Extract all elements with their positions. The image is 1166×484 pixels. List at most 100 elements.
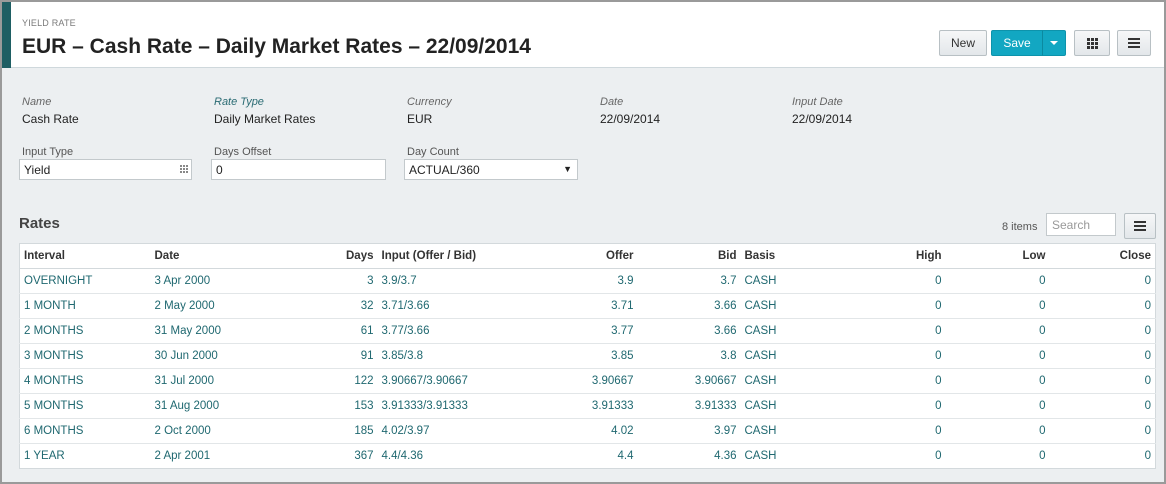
cell-basis: CASH [740, 368, 841, 394]
cell-high: 0 [840, 393, 946, 419]
column-header-offer[interactable]: Offer [539, 243, 638, 269]
cell-input: 3.90667/3.90667 [377, 368, 540, 394]
rate-type-label[interactable]: Rate Type [214, 96, 264, 108]
cell-low: 0 [945, 318, 1050, 344]
column-header-high[interactable]: High [840, 243, 946, 269]
cell-days: 153 [281, 393, 378, 419]
cell-bid: 3.66 [637, 318, 741, 344]
table-row[interactable]: 1 MONTH 2 May 2000 32 3.71/3.66 3.71 3.6… [19, 293, 1156, 319]
table-row[interactable]: 1 YEAR 2 Apr 2001 367 4.4/4.36 4.4 4.36 … [20, 444, 1156, 469]
table-row[interactable]: 3 MONTHS 30 Jun 2000 91 3.85/3.8 3.85 3.… [19, 343, 1156, 369]
input-date-value: 22/09/2014 [792, 112, 853, 126]
page-title: EUR – Cash Rate – Daily Market Rates – 2… [22, 35, 531, 58]
cell-interval[interactable]: 1 MONTH [19, 293, 151, 319]
cell-basis: CASH [740, 268, 841, 294]
days-offset-value: 0 [216, 163, 223, 177]
save-button[interactable]: Save [991, 30, 1043, 56]
day-count-select[interactable]: ACTUAL/360 ▼ [404, 159, 578, 180]
table-header-row: Interval Date Days Input (Offer / Bid) O… [19, 243, 1156, 269]
new-button[interactable]: New [939, 30, 987, 56]
cell-offer: 4.02 [539, 418, 638, 444]
table-menu-button[interactable] [1124, 213, 1156, 239]
cell-input: 4.02/3.97 [377, 418, 540, 444]
cell-close: 0 [1049, 268, 1156, 294]
cell-high: 0 [840, 418, 946, 444]
cell-input: 3.85/3.8 [377, 343, 540, 369]
cell-date: 31 Aug 2000 [150, 393, 282, 419]
cell-interval[interactable]: 1 YEAR [20, 444, 151, 469]
cell-days: 61 [281, 318, 378, 344]
input-type-label: Input Type [22, 146, 74, 158]
table-row[interactable]: 6 MONTHS 2 Oct 2000 185 4.02/3.97 4.02 3… [19, 418, 1156, 444]
table-row[interactable]: 2 MONTHS 31 May 2000 61 3.77/3.66 3.77 3… [19, 318, 1156, 344]
cell-input: 4.4/4.36 [381, 450, 424, 462]
column-header-input[interactable]: Input (Offer / Bid) [377, 243, 540, 269]
input-date-label: Input Date [792, 96, 843, 108]
column-header-basis[interactable]: Basis [740, 243, 841, 269]
cell-bid: 4.36 [714, 450, 737, 462]
days-offset-field[interactable]: 0 [211, 159, 386, 180]
cell-interval[interactable]: 4 MONTHS [19, 368, 151, 394]
column-header-close[interactable]: Close [1049, 243, 1156, 269]
name-label: Name [22, 96, 52, 108]
day-count-label: Day Count [407, 146, 459, 158]
cell-interval[interactable]: 5 MONTHS [19, 393, 151, 419]
cell-interval[interactable]: 6 MONTHS [19, 418, 151, 444]
grid-view-button[interactable] [1074, 30, 1110, 56]
table-row[interactable]: 5 MONTHS 31 Aug 2000 153 3.91333/3.91333… [19, 393, 1156, 419]
cell-low: 0 [945, 393, 1050, 419]
cell-interval[interactable]: 3 MONTHS [19, 343, 151, 369]
name-value: Cash Rate [22, 112, 79, 126]
cell-days: 122 [281, 368, 378, 394]
cell-offer: 3.71 [539, 293, 638, 319]
cell-low: 0 [945, 343, 1050, 369]
cell-bid: 3.97 [637, 418, 741, 444]
cell-high: 0 [840, 268, 946, 294]
cell-close: 0 [1049, 343, 1156, 369]
cell-close: 0 [1049, 293, 1156, 319]
hamburger-icon [1134, 221, 1146, 231]
cell-offer: 4.4 [617, 450, 634, 462]
cell-date: 2 Apr 2001 [154, 450, 211, 462]
rates-section-title: Rates [19, 215, 60, 232]
column-header-interval[interactable]: Interval [19, 243, 151, 269]
cell-days: 91 [281, 343, 378, 369]
search-input[interactable] [1046, 213, 1116, 236]
cell-input: 3.77/3.66 [377, 318, 540, 344]
day-count-value: ACTUAL/360 [409, 163, 480, 177]
cell-input: 3.9/3.7 [377, 268, 540, 294]
cell-bid: 3.91333 [637, 393, 741, 419]
cell-bid: 3.90667 [637, 368, 741, 394]
cell-low: 0 [945, 418, 1050, 444]
cell-high: 0 [840, 343, 946, 369]
table-row[interactable]: 4 MONTHS 31 Jul 2000 122 3.90667/3.90667… [19, 368, 1156, 394]
date-value: 22/09/2014 [600, 112, 661, 126]
cell-basis: CASH [740, 418, 841, 444]
cell-offer: 3.91333 [539, 393, 638, 419]
cell-bid: 3.66 [637, 293, 741, 319]
column-header-days[interactable]: Days [281, 243, 378, 269]
currency-label: Currency [407, 96, 452, 108]
cell-date: 2 May 2000 [150, 293, 282, 319]
cell-close: 0 [1049, 418, 1156, 444]
hamburger-icon [1128, 38, 1140, 48]
cell-close: 0 [1049, 318, 1156, 344]
currency-value: EUR [407, 112, 433, 126]
caret-down-icon: ▼ [563, 164, 572, 174]
table-row[interactable]: OVERNIGHT 3 Apr 2000 3 3.9/3.7 3.9 3.7 C… [19, 268, 1156, 294]
items-count: 8 items [1002, 221, 1038, 233]
input-type-field[interactable]: Yield [19, 159, 192, 180]
cell-interval[interactable]: OVERNIGHT [19, 268, 151, 294]
column-header-bid[interactable]: Bid [637, 243, 741, 269]
save-options-button[interactable] [1042, 30, 1066, 56]
cell-high: 0 [935, 450, 942, 462]
column-header-date[interactable]: Date [150, 243, 282, 269]
cell-basis: CASH [744, 450, 777, 462]
column-header-low[interactable]: Low [945, 243, 1050, 269]
grid-icon [1086, 37, 1098, 49]
cell-interval[interactable]: 2 MONTHS [19, 318, 151, 344]
dots-grid-icon[interactable] [180, 165, 188, 173]
menu-button[interactable] [1117, 30, 1151, 56]
cell-basis: CASH [740, 343, 841, 369]
cell-basis: CASH [740, 393, 841, 419]
